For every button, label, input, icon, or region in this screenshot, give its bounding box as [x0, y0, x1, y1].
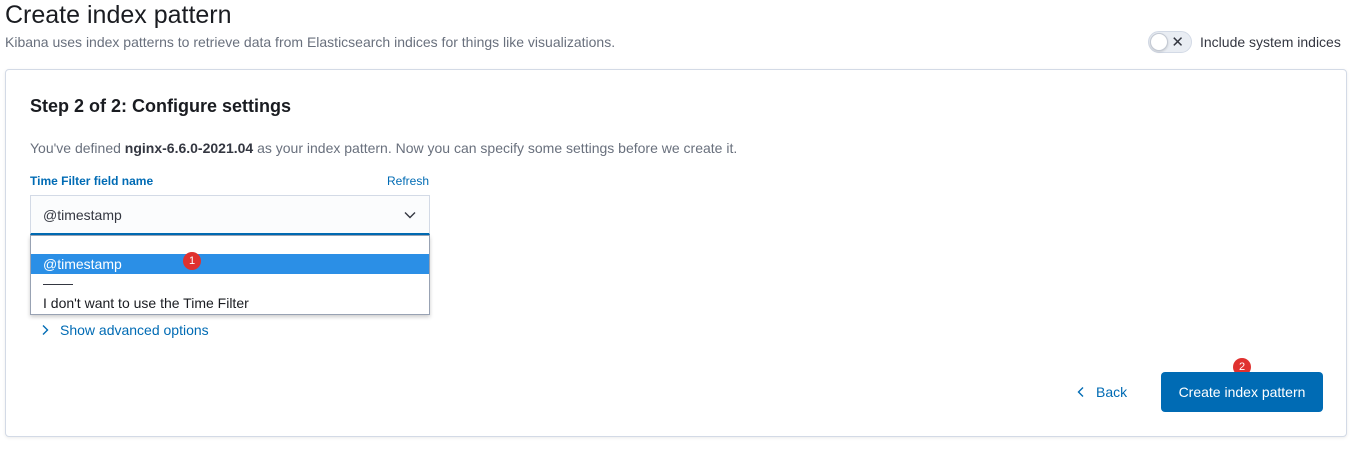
dropdown-blank-option[interactable]: [31, 236, 429, 254]
defined-prefix: You've defined: [30, 140, 125, 156]
include-system-indices-toggle[interactable]: ✕ Include system indices: [1148, 31, 1341, 53]
step-badge-1: 1: [183, 252, 201, 270]
back-button[interactable]: Back: [1076, 382, 1127, 402]
index-pattern-name: nginx-6.6.0-2021.04: [124, 140, 254, 156]
page-title: Create index pattern: [5, 1, 232, 29]
select-value: @timestamp: [43, 206, 122, 223]
refresh-link[interactable]: Refresh: [387, 174, 429, 188]
configure-settings-panel: Step 2 of 2: Configure settings You've d…: [5, 69, 1347, 437]
switch-knob: [1150, 33, 1168, 51]
time-filter-select[interactable]: @timestamp: [30, 195, 430, 235]
dropdown-separator: [31, 274, 429, 293]
chevron-down-icon: [404, 212, 416, 219]
defined-pattern-text: You've defined nginx-6.6.0-2021.04 as yo…: [30, 140, 737, 156]
time-filter-dropdown: @timestamp I don't want to use the Time …: [30, 235, 430, 315]
option-timestamp[interactable]: @timestamp: [31, 254, 429, 274]
show-advanced-options-link[interactable]: Show advanced options: [40, 322, 209, 338]
system-indices-switch[interactable]: ✕: [1148, 31, 1192, 53]
back-label: Back: [1096, 384, 1128, 400]
time-filter-label: Time Filter field name: [30, 174, 154, 188]
create-index-pattern-button[interactable]: Create index pattern: [1161, 372, 1323, 412]
close-icon: ✕: [1171, 33, 1184, 51]
step-title: Step 2 of 2: Configure settings: [30, 96, 292, 116]
advanced-options-label: Show advanced options: [60, 322, 209, 338]
page-description: Kibana uses index patterns to retrieve d…: [5, 34, 616, 50]
chevron-right-icon: [42, 325, 49, 335]
system-indices-label: Include system indices: [1200, 34, 1341, 50]
defined-suffix: as your index pattern. Now you can speci…: [253, 140, 738, 156]
option-no-time-filter[interactable]: I don't want to use the Time Filter: [31, 293, 429, 313]
chevron-left-icon: [1077, 387, 1084, 397]
